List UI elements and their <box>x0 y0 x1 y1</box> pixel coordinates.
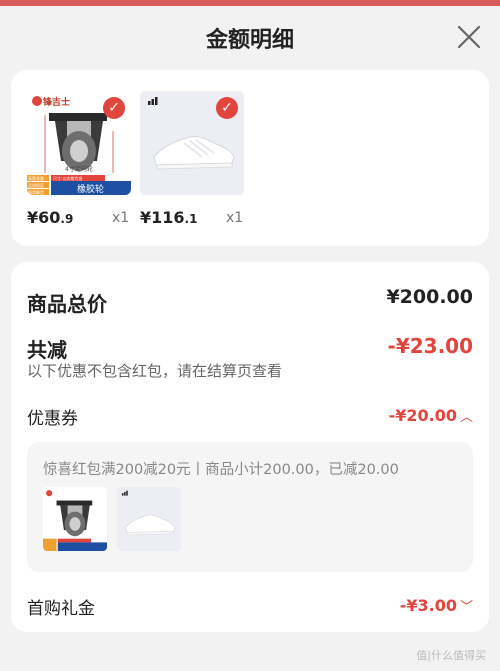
caster-tag-2: 品质保证 <box>28 182 44 188</box>
sneaker-thumbnail <box>117 487 181 551</box>
caster-caption-text: 4寸定向轮 <box>65 165 93 173</box>
caster-tag-1: 高稳承重 <box>28 175 44 181</box>
reduce-value: -¥23.00 <box>387 334 473 358</box>
sneaker-image: ✓ <box>140 91 244 195</box>
gift-value: -¥3.00 <box>399 596 457 615</box>
caster-label-text: 橡胶轮 <box>77 183 104 195</box>
watermark: 值|什么值得买 <box>416 649 486 662</box>
product-qty: x1 <box>112 210 130 226</box>
gift-label: 首购礼金 <box>27 599 95 619</box>
caster-thumbnail <box>43 487 107 551</box>
products-card: 锋吉士 4寸定向轮 高稳承重 品质保证 顺滑静音 尺寸:以实物为准 橡胶轮 ✓ … <box>11 70 489 246</box>
sheet-header: 金额明细 <box>0 6 500 68</box>
check-icon[interactable]: ✓ <box>216 97 238 119</box>
total-label: 商品总价 <box>27 292 107 316</box>
reduce-label: 共减 <box>27 338 67 362</box>
coupon-value-toggle[interactable]: -¥20.00 ︿ <box>389 406 473 425</box>
product-price: ¥60.9 <box>27 208 74 227</box>
chevron-up-icon[interactable]: ︿ <box>460 410 473 425</box>
product-qty: x1 <box>226 210 244 226</box>
coupon-detail-box: 惊喜红包满200减20元丨商品小计200.00，已减20.00 <box>27 442 473 572</box>
discount-note: 以下优惠不包含红包，请在结算页查看 <box>27 362 283 380</box>
product-item[interactable]: 锋吉士 4寸定向轮 高稳承重 品质保证 顺滑静音 尺寸:以实物为准 橡胶轮 ✓ <box>27 91 131 195</box>
gift-value-toggle[interactable]: -¥3.00 ﹀ <box>400 596 473 615</box>
caster-wheel-image: 锋吉士 4寸定向轮 高稳承重 品质保证 顺滑静音 尺寸:以实物为准 橡胶轮 ✓ <box>27 91 131 195</box>
caster-brand-text: 锋吉士 <box>43 96 70 108</box>
product-price: ¥116.1 <box>140 208 198 227</box>
coupon-value: -¥20.00 <box>388 406 457 425</box>
total-value: ¥200.00 <box>386 286 473 308</box>
product-item[interactable]: ✓ <box>140 91 244 195</box>
check-icon[interactable]: ✓ <box>103 97 125 119</box>
summary-card: 商品总价 ¥200.00 共减 -¥23.00 以下优惠不包含红包，请在结算页查… <box>11 262 489 632</box>
chevron-down-icon[interactable]: ﹀ <box>460 600 473 615</box>
caster-spec-text: 尺寸:以实物为准 <box>53 175 82 181</box>
coupon-label: 优惠券 <box>27 409 78 429</box>
amount-detail-sheet: 金额明细 锋吉士 4寸定向轮 高稳承重 品质保证 顺滑静音 尺寸:以实物为准 橡… <box>0 6 500 671</box>
coupon-detail-text: 惊喜红包满200减20元丨商品小计200.00，已减20.00 <box>43 462 399 478</box>
sheet-title: 金额明细 <box>205 28 294 53</box>
close-icon[interactable] <box>456 24 482 50</box>
caster-tag-3: 顺滑静音 <box>28 189 44 195</box>
